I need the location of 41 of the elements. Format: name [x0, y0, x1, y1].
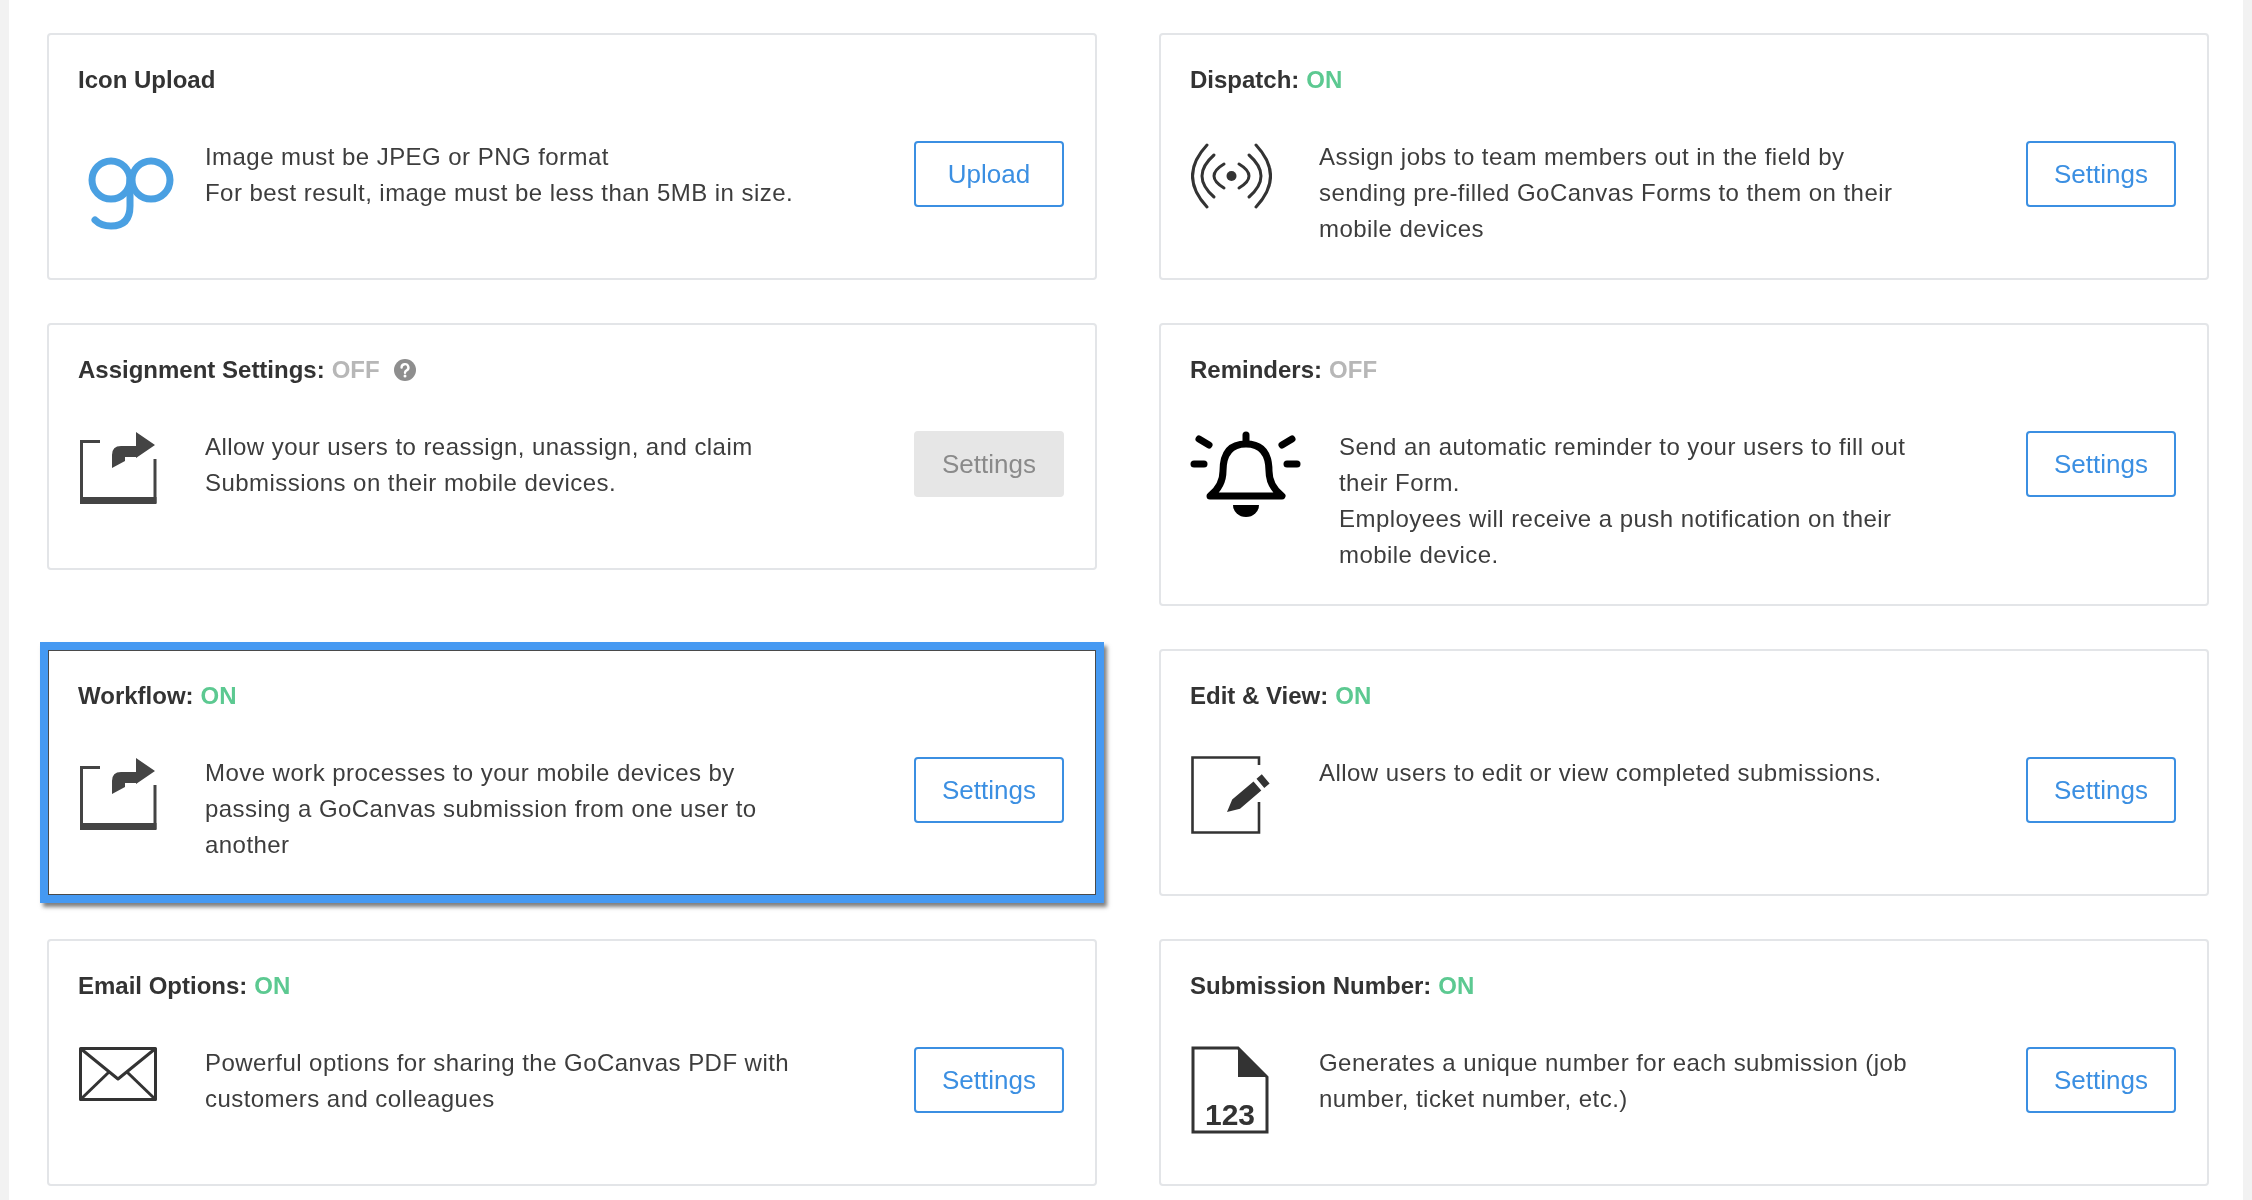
description-text: Powerful options for sharing the GoCanvas PDF with customers and colleagues	[205, 1048, 791, 1114]
edit-icon	[1191, 756, 1271, 834]
card-title: Edit & View:	[1190, 681, 1329, 711]
status-text: ON	[1335, 681, 1372, 711]
status-text: ON	[254, 971, 291, 1001]
card-title: Assignment Settings:	[78, 355, 325, 385]
card-title: Dispatch:	[1190, 65, 1300, 95]
settings-button[interactable]: Settings	[914, 1047, 1064, 1113]
settings-button[interactable]: Settings	[2026, 1047, 2176, 1113]
share-icon	[79, 757, 157, 830]
description-text: Generates a unique number for each submission (job number, ticket number, etc.)	[1319, 1048, 1909, 1114]
description-text: Allow users to edit or view completed submissions.	[1319, 758, 1883, 788]
description-text: Employees will receive a push notification on their mobile device.	[1339, 504, 1893, 570]
settings-button[interactable]: Settings	[2026, 757, 2176, 823]
card-title: Workflow:	[78, 681, 194, 711]
card-title: Icon Upload	[78, 65, 216, 95]
settings-button[interactable]: Settings	[2026, 141, 2176, 207]
settings-button[interactable]: Settings	[2026, 431, 2176, 497]
card-title: Submission Number:	[1190, 971, 1432, 1001]
status-text: ON	[1306, 65, 1343, 95]
status-text: ON	[200, 681, 237, 711]
document-number: 123	[1204, 1098, 1256, 1131]
settings-button[interactable]: Settings	[914, 757, 1064, 823]
bell-icon	[1190, 431, 1301, 519]
description-text: Allow your users to reassign, unassign, and claim Submissions on their mobile devices.	[205, 432, 754, 498]
status-text: ON	[1438, 971, 1475, 1001]
description-text: Image must be JPEG or PNG format	[205, 142, 610, 172]
help-icon[interactable]	[393, 359, 416, 381]
envelope-icon	[79, 1047, 157, 1101]
card-title: Reminders:	[1190, 355, 1323, 385]
share-icon	[79, 431, 157, 504]
logo-icon	[87, 156, 176, 232]
broadcast-icon	[1191, 143, 1272, 209]
description-text: Move work processes to your mobile devices by passing a GoCanvas submission from one user to another	[205, 758, 758, 860]
upload-button[interactable]: Upload	[914, 141, 1064, 207]
status-text: OFF	[331, 355, 380, 385]
description-text: Assign jobs to team members out in the field by sending pre-filled GoCanvas Forms to them on their mobile devices	[1319, 142, 1894, 244]
status-text: OFF	[1329, 355, 1378, 385]
card-title: Email Options:	[78, 971, 248, 1001]
description-text: Send an automatic reminder to your users to fill out their Form.	[1339, 432, 1907, 498]
description-text: For best result, image must be less than 5MB in size.	[205, 178, 795, 208]
